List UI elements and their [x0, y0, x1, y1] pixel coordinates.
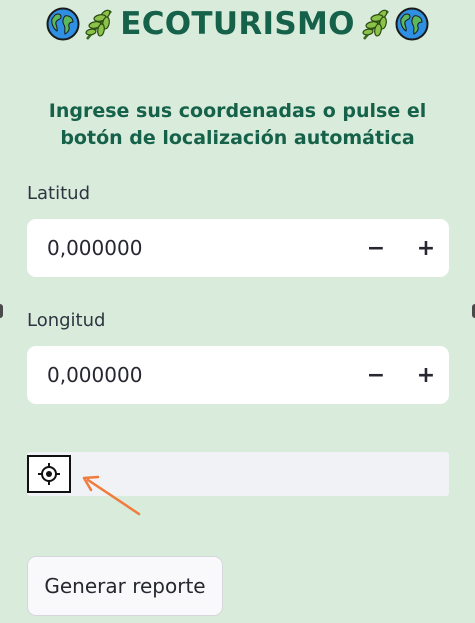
title-text: ECOTURISMO [120, 6, 355, 42]
latitude-increment-button[interactable]: + [411, 233, 441, 263]
generate-report-button[interactable]: Generar reporte [27, 556, 223, 616]
page-title: ECOTURISMO [0, 2, 475, 46]
locate-button[interactable] [27, 455, 71, 493]
crosshair-icon [37, 462, 61, 486]
latitude-value[interactable]: 0,000000 [47, 219, 142, 277]
leaf-icon [361, 7, 391, 41]
latitude-decrement-button[interactable]: − [361, 233, 391, 263]
leaf-icon [84, 7, 114, 41]
longitude-increment-button[interactable]: + [411, 360, 441, 390]
latitude-input[interactable]: 0,000000 − + [27, 219, 449, 277]
latitude-label: Latitud [27, 183, 91, 204]
instructions-subtitle: Ingrese sus coordenadas o pulse el botón… [48, 100, 427, 149]
geolocation-bar [27, 452, 449, 496]
longitude-decrement-button[interactable]: − [361, 360, 391, 390]
longitude-value[interactable]: 0,000000 [47, 346, 142, 404]
globe-icon [395, 7, 429, 41]
edge-marker-left [0, 304, 3, 318]
globe-icon [46, 7, 80, 41]
longitude-input[interactable]: 0,000000 − + [27, 346, 449, 404]
longitude-label: Longitud [27, 310, 106, 331]
